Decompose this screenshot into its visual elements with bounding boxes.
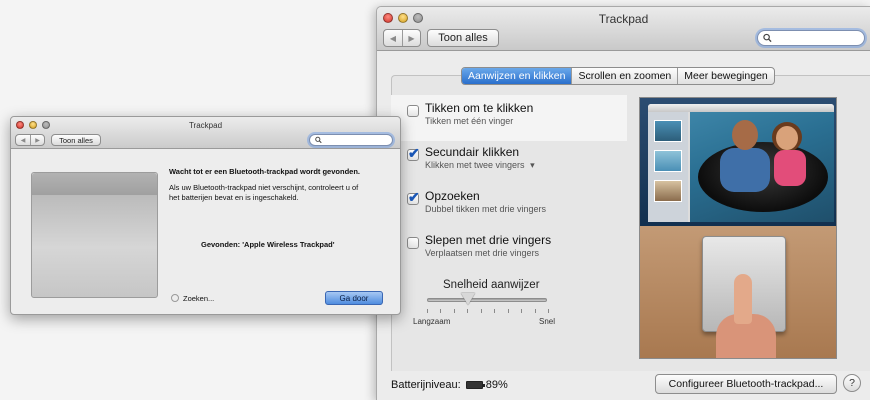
checkmark-icon: ✔ [408, 145, 420, 161]
show-all-button[interactable]: Toon alles [51, 134, 101, 146]
option-title: Slepen met drie vingers [425, 233, 552, 247]
gesture-preview-video [639, 97, 837, 359]
battery-level: Batterijniveau: 89% [391, 379, 508, 391]
forward-button[interactable]: ▶ [402, 30, 420, 46]
preview-screen [640, 98, 836, 226]
secondary-click-checkbox[interactable]: ✔ [407, 145, 420, 161]
battery-label: Batterijniveau: [391, 379, 461, 391]
battery-icon [465, 381, 485, 390]
configure-bluetooth-trackpad-button[interactable]: Configureer Bluetooth-trackpad... [655, 374, 837, 394]
title-bar: Trackpad ◀ ▶ Toon alles [11, 117, 400, 149]
option-title: Tikken om te klikken [425, 101, 534, 115]
window-title: Trackpad [188, 121, 223, 130]
preview-photo-app [648, 104, 834, 222]
checkmark-icon: ✔ [408, 189, 420, 205]
search-icon [763, 33, 772, 43]
instructions-line-1: Als uw Bluetooth-trackpad niet verschijn… [169, 183, 359, 192]
look-up-checkbox[interactable]: ✔ [407, 189, 420, 205]
help-button[interactable]: ? [843, 374, 861, 392]
window-title: Trackpad [598, 12, 649, 26]
back-button[interactable]: ◀ [384, 30, 402, 46]
progress-spinner [171, 294, 179, 302]
option-title: Secundair klikken [425, 145, 520, 159]
back-button[interactable]: ◀ [16, 135, 30, 145]
search-field[interactable] [757, 30, 865, 46]
option-title: Opzoeken [425, 189, 480, 203]
tap-to-click-checkbox[interactable] [407, 105, 419, 117]
tab-point-and-click[interactable]: Aanwijzen en klikken [462, 68, 572, 84]
slider-thumb[interactable] [461, 293, 475, 305]
fast-label: Snel [539, 317, 556, 326]
trackpad-preferences-window: Trackpad ◀ ▶ Toon alles Aanwijzen en kli… [376, 6, 870, 400]
option-subtitle[interactable]: Klikken met twee vingers ▾ [425, 160, 535, 171]
preview-desk [640, 226, 836, 358]
tab-scroll-and-zoom[interactable]: Scrollen en zoomen [571, 68, 677, 84]
title-bar: Trackpad ◀ ▶ Toon alles [377, 7, 870, 51]
back-forward-control: ◀ ▶ [15, 134, 45, 146]
tracking-speed-slider[interactable] [427, 298, 547, 302]
trackpad-illustration [31, 172, 158, 298]
found-device-text: Gevonden: 'Apple Wireless Trackpad' [201, 240, 335, 249]
search-field[interactable] [309, 134, 393, 146]
preview-photo [690, 112, 834, 222]
trackpad-setup-window: Trackpad ◀ ▶ Toon alles Wacht tot er een… [10, 116, 401, 315]
tab-more-gestures[interactable]: Meer bewegingen [677, 68, 773, 84]
show-all-button[interactable]: Toon alles [427, 29, 499, 47]
search-icon [315, 136, 322, 144]
option-subtitle: Dubbel tikken met drie vingers [425, 204, 547, 214]
tab-bar: Aanwijzen en klikken Scrollen en zoomen … [461, 67, 775, 85]
battery-value: 89% [485, 379, 508, 391]
tracking-speed-title: Snelheid aanwijzer [443, 279, 540, 291]
option-subtitle-text: Klikken met twee vingers [425, 160, 525, 170]
three-finger-drag-checkbox[interactable] [407, 237, 419, 249]
instructions-line-2: het batterijen bevat en is ingeschakeld. [169, 193, 299, 202]
option-subtitle: Verplaatsen met drie vingers [425, 248, 540, 258]
forward-button[interactable]: ▶ [30, 135, 44, 145]
back-forward-control: ◀ ▶ [383, 29, 421, 47]
slider-ticks [427, 309, 549, 313]
continue-button[interactable]: Ga door [325, 291, 383, 305]
waiting-heading: Wacht tot er een Bluetooth-trackpad word… [169, 167, 360, 176]
option-subtitle: Tikken met één vinger [425, 116, 514, 126]
searching-label: Zoeken... [183, 294, 215, 303]
slow-label: Langzaam [413, 317, 451, 326]
chevron-down-icon[interactable]: ▾ [530, 160, 535, 170]
